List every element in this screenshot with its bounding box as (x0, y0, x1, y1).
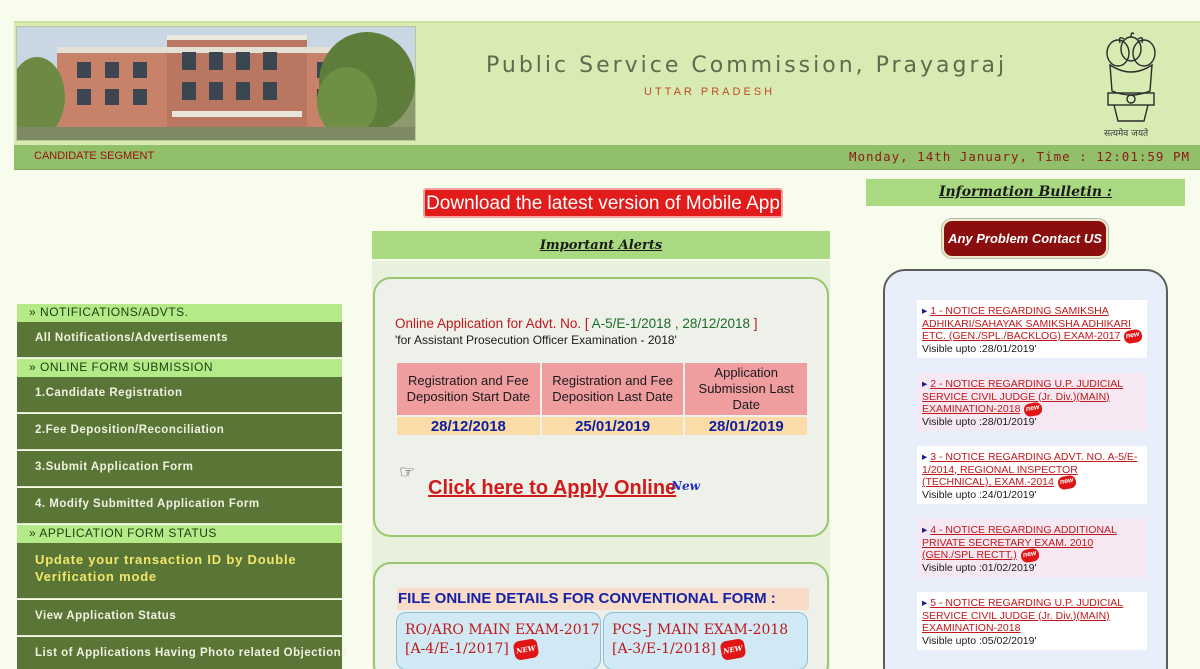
menu-heading-application-status: » APPLICATION FORM STATUS (17, 525, 342, 543)
national-emblem-icon (1100, 31, 1162, 141)
segment-bar: CANDIDATE SEGMENT Monday, 14th January, … (14, 145, 1200, 170)
new-badge: new (1123, 328, 1143, 344)
new-badge: NEW (719, 638, 747, 661)
candidate-segment-label: CANDIDATE SEGMENT (34, 150, 155, 162)
ro-aro-main-exam-button[interactable]: RO/ARO MAIN EXAM-2017 [A-4/E-1/2017] NEW (396, 612, 601, 669)
double-chevron-icon: » (29, 305, 37, 319)
file-online-box: FILE ONLINE DETAILS FOR CONVENTIONAL FOR… (373, 562, 829, 669)
menu-item-modify-application[interactable]: 4. Modify Submitted Application Form (17, 488, 342, 524)
new-badge: new (1023, 401, 1043, 417)
new-badge: new (1019, 547, 1040, 563)
pcs-j-main-exam-button[interactable]: PCS-J MAIN EXAM-2018 [A-3/E-1/2018] NEW (603, 612, 808, 669)
notice-item[interactable]: ▸ 3 - NOTICE REGARDING ADVT. NO. A-5/E-1… (917, 446, 1147, 504)
notice-item[interactable]: ▸ 5 - NOTICE REGARDING U.P. JUDICIAL SER… (917, 592, 1147, 650)
table-header-cell: Registration and Fee Deposition Start Da… (397, 363, 540, 415)
information-bulletin-heading: Information Bulletin : (866, 179, 1185, 206)
contact-us-button[interactable]: Any Problem Contact US (942, 219, 1108, 258)
notice-item[interactable]: ▸ 1 - NOTICE REGARDING SAMIKSHA ADHIKARI… (917, 300, 1147, 358)
dates-table: Registration and Fee Deposition Start Da… (395, 363, 809, 435)
left-menu: » NOTIFICATIONS/ADVTS. All Notifications… (17, 304, 348, 669)
notice-visible-upto: Visible upto :28/01/2019' (922, 342, 1037, 355)
table-cell: 28/01/2019 (685, 415, 807, 435)
table-cell: 28/12/2018 (397, 415, 540, 435)
bullet-icon: ▸ (922, 305, 928, 317)
menu-item-fee-deposition[interactable]: 2.Fee Deposition/Reconciliation (17, 414, 342, 450)
double-chevron-icon: » (29, 360, 37, 374)
notice-visible-upto: Visible upto :24/01/2019' (922, 488, 1037, 501)
advt-number-line: Online Application for Advt. No. [ A-5/E… (395, 316, 758, 331)
bullet-icon: ▸ (922, 597, 928, 609)
notice-visible-upto: Visible upto :28/01/2019' (922, 415, 1037, 428)
menu-heading-label: NOTIFICATIONS/ADVTS. (40, 305, 189, 319)
exam-code: [A-3/E-1/2018] NEW (612, 638, 807, 661)
notice-text: 3 - NOTICE REGARDING ADVT. NO. A-5/E-1/2… (922, 451, 1138, 488)
table-row: 28/12/2018 25/01/2019 28/01/2019 (397, 415, 807, 435)
header: Public Service Commission, Prayagraj UTT… (14, 21, 1200, 145)
notice-item[interactable]: ▸ 2 - NOTICE REGARDING U.P. JUDICIAL SER… (917, 373, 1147, 431)
menu-item-view-application-status[interactable]: View Application Status (17, 600, 342, 636)
notice-text: 2 - NOTICE REGARDING U.P. JUDICIAL SERVI… (922, 378, 1124, 415)
exam-code-text: [A-4/E-1/2017] (405, 641, 509, 657)
menu-heading-label: ONLINE FORM SUBMISSION (40, 360, 214, 374)
exam-name: RO/ARO MAIN EXAM-2017 (405, 622, 600, 638)
notice-visible-upto: Visible upto :05/02/2019' (922, 634, 1037, 647)
emblem-motto: सत्यमेव जयते (1104, 129, 1149, 139)
exam-name: PCS-J MAIN EXAM-2018 (612, 622, 789, 638)
apply-online-link[interactable]: Click here to Apply Online (428, 477, 676, 500)
menu-item-submit-application[interactable]: 3.Submit Application Form (17, 451, 342, 487)
bullet-icon: ▸ (922, 451, 928, 463)
datetime-display: Monday, 14th January, Time : 12:01:59 PM (848, 149, 1190, 164)
double-chevron-icon: » (29, 526, 37, 540)
page-subtitle: UTTAR PRADESH (644, 86, 776, 98)
new-badge: New (671, 479, 700, 493)
important-alerts-heading: Important Alerts (372, 231, 830, 259)
page-title: Public Service Commission, Prayagraj (486, 53, 1008, 78)
menu-item-candidate-registration[interactable]: 1.Candidate Registration (17, 377, 342, 413)
bullet-icon: ▸ (922, 378, 928, 390)
bullet-icon: ▸ (922, 524, 928, 536)
application-box: Online Application for Advt. No. [ A-5/E… (373, 277, 829, 537)
menu-heading-notifications: » NOTIFICATIONS/ADVTS. (17, 304, 342, 322)
exam-code: [A-4/E-1/2017] NEW (405, 638, 600, 661)
menu-item-photo-objections[interactable]: List of Applications Having Photo relate… (17, 637, 348, 669)
notice-item[interactable]: ▸ 4 - NOTICE REGARDING ADDITIONAL PRIVAT… (917, 519, 1147, 577)
table-cell: 25/01/2019 (541, 415, 684, 435)
menu-heading-label: APPLICATION FORM STATUS (39, 526, 217, 540)
new-badge: NEW (512, 638, 540, 661)
pointing-hand-icon: ☞ (399, 462, 416, 482)
menu-heading-online-form: » ONLINE FORM SUBMISSION (17, 359, 342, 377)
notice-text: 5 - NOTICE REGARDING U.P. JUDICIAL SERVI… (922, 597, 1124, 634)
notice-text: 4 - NOTICE REGARDING ADDITIONAL PRIVATE … (922, 524, 1117, 561)
file-online-title: FILE ONLINE DETAILS FOR CONVENTIONAL FOR… (397, 588, 809, 610)
new-badge: new (1056, 474, 1077, 490)
menu-item-update-transaction-id[interactable]: Update your transaction ID by Double Ver… (17, 543, 342, 599)
notice-text: 1 - NOTICE REGARDING SAMIKSHA ADHIKARI/S… (922, 305, 1132, 342)
building-photo (16, 26, 416, 141)
advt-number: A-5/E-1/2018 , 28/12/2018 (591, 316, 750, 331)
exam-code-text: [A-3/E-1/2018] (612, 641, 716, 657)
advt-description: 'for Assistant Prosecution Officer Exami… (395, 333, 677, 347)
important-alerts-label: Important Alerts (539, 238, 663, 253)
information-bulletin-label: Information Bulletin : (938, 184, 1113, 200)
table-header-row: Registration and Fee Deposition Start Da… (397, 363, 807, 415)
page: Public Service Commission, Prayagraj UTT… (0, 0, 1200, 669)
notice-visible-upto: Visible upto :01/02/2019' (922, 561, 1037, 574)
advt-prefix: Online Application for Advt. No. [ (395, 316, 589, 331)
table-header-cell: Application Submission Last Date (685, 363, 807, 415)
advt-suffix: ] (753, 316, 758, 331)
table-header-cell: Registration and Fee Deposition Last Dat… (541, 363, 684, 415)
menu-item-all-notifications[interactable]: All Notifications/Advertisements (17, 322, 342, 358)
download-mobile-app-button[interactable]: Download the latest version of Mobile Ap… (423, 188, 783, 218)
